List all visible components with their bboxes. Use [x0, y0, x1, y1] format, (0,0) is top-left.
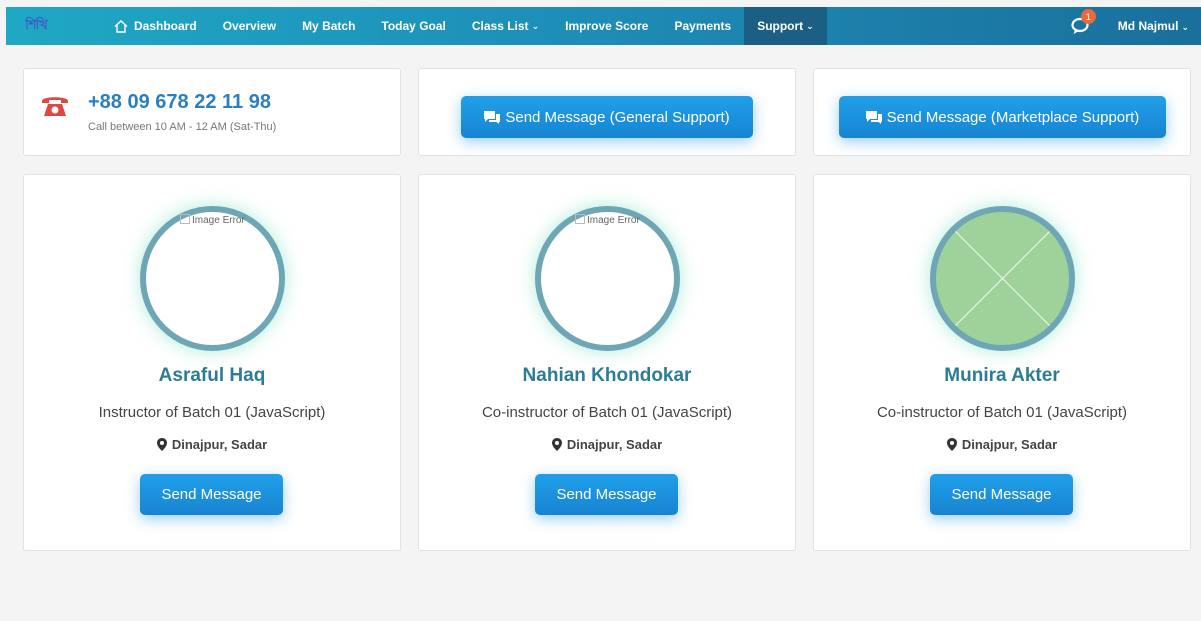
avatar: Image Error [140, 206, 285, 351]
chevron-down-icon: ⌄ [806, 20, 814, 31]
call-hours-note: Call between 10 AM - 12 AM (Sat-Thu) [88, 121, 277, 133]
nav-menu: Dashboard Overview My Batch Today Goal C… [101, 7, 827, 45]
broken-image-alt: Image Error [575, 214, 640, 226]
person-location: Dinajpur, Sadar [814, 437, 1190, 452]
general-support-card: Send Message (General Support) [418, 68, 796, 156]
marketplace-support-card: Send Message (Marketplace Support) [813, 68, 1191, 156]
person-name: Nahian Khondokar [522, 365, 692, 386]
user-menu[interactable]: Md Najmul ⌄ [1118, 19, 1189, 33]
person-name: Asraful Haq [158, 365, 266, 386]
location-pin-icon [946, 438, 957, 451]
person-role: Co-instructor of Batch 01 (JavaScript) [481, 404, 733, 421]
location-pin-icon [156, 438, 167, 451]
person-role: Co-instructor of Batch 01 (JavaScript) [876, 404, 1128, 421]
chat-button[interactable]: 1 [1066, 9, 1096, 41]
nav-item-support[interactable]: Support ⌄ [744, 7, 827, 45]
phone-icon [42, 97, 68, 116]
image-placeholder-icon [936, 212, 1069, 345]
phone-contact-card: +88 09 678 22 11 98 Call between 10 AM -… [23, 68, 401, 156]
chevron-down-icon: ⌄ [1181, 22, 1189, 32]
marketplace-support-button[interactable]: Send Message (Marketplace Support) [839, 96, 1166, 138]
support-phone-number[interactable]: +88 09 678 22 11 98 [88, 91, 271, 114]
send-message-button[interactable]: Send Message [930, 474, 1073, 515]
nav-item-payments[interactable]: Payments [661, 7, 744, 45]
co-instructor-card: Munira Akter Co-instructor of Batch 01 (… [813, 174, 1191, 551]
brand-logo[interactable]: শিখি [6, 7, 66, 45]
nav-item-my-batch[interactable]: My Batch [289, 7, 368, 45]
notification-badge: 1 [1080, 9, 1096, 24]
broken-image-alt: Image Error [180, 214, 245, 226]
nav-item-today-goal[interactable]: Today Goal [368, 7, 458, 45]
nav-item-class-list[interactable]: Class List ⌄ [459, 7, 552, 45]
avatar: Image Error [535, 206, 680, 351]
home-icon [114, 19, 128, 33]
chevron-down-icon: ⌄ [531, 20, 540, 31]
general-support-button[interactable]: Send Message (General Support) [461, 96, 753, 138]
nav-item-overview[interactable]: Overview [210, 7, 289, 45]
person-location: Dinajpur, Sadar [24, 437, 400, 452]
message-icon [865, 110, 882, 124]
nav-right: 1 Md Najmul ⌄ [1066, 7, 1201, 45]
person-name: Munira Akter [944, 365, 1060, 386]
message-icon [484, 110, 501, 124]
location-pin-icon [551, 438, 562, 451]
nav-item-label: Dashboard [134, 19, 197, 33]
instructor-card: Image Error Asraful Haq Instructor of Ba… [23, 174, 401, 551]
nav-item-dashboard[interactable]: Dashboard [101, 7, 210, 45]
co-instructor-card: Image Error Nahian Khondokar Co-instruct… [418, 174, 796, 551]
avatar-placeholder [930, 206, 1075, 351]
top-navbar: শিখি Dashboard Overview My Batch Today G… [6, 7, 1201, 45]
send-message-button[interactable]: Send Message [140, 474, 283, 515]
person-role: Instructor of Batch 01 (JavaScript) [98, 404, 326, 421]
person-location: Dinajpur, Sadar [419, 437, 795, 452]
nav-item-improve-score[interactable]: Improve Score [552, 7, 661, 45]
send-message-button[interactable]: Send Message [535, 474, 678, 515]
